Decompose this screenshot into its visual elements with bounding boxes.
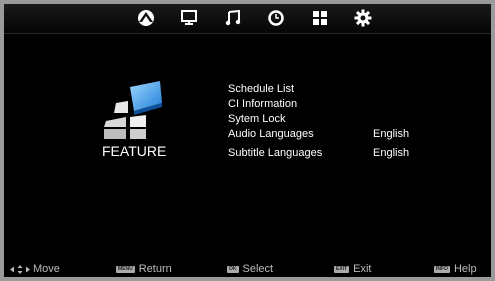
picture-icon[interactable] [135,8,157,28]
menu-category-bar [4,4,491,34]
hint-move-label: Move [33,263,60,275]
hint-return-label: Return [138,263,172,275]
menu-item-label: CI Information [228,98,298,110]
feature-illustration-icon [104,81,164,141]
menu-item-ci-information[interactable]: CI Information [228,97,458,112]
move-arrows-icon [10,265,30,274]
hint-select-label: Select [242,263,274,275]
ok-key-icon: OK [227,266,239,273]
menu-item-audio-languages[interactable]: Audio Languages English [228,127,458,142]
hint-select: OK Select [227,262,273,277]
menu-item-system-lock[interactable]: Sytem Lock [228,112,458,127]
info-key-icon: INFO [434,266,450,273]
sound-icon[interactable] [222,8,244,28]
menu-item-schedule-list[interactable]: Schedule List [228,82,458,97]
hint-help: INFO Help [434,262,477,277]
audio-language-value: English [373,128,410,140]
feature-icon[interactable] [309,8,331,28]
menu-item-label: Schedule List [228,83,295,95]
menu-key-icon: MENU [116,266,135,273]
exit-key-icon: EXIT [334,266,350,273]
menu-item-label: Sytem Lock [228,113,286,125]
help-bar: Move MENU Return OK Select EXIT Exit INF… [4,262,491,277]
feature-menu-list: Schedule List CI Information Sytem Lock … [228,82,458,161]
hint-help-label: Help [453,263,477,275]
menu-item-label: Audio Languages [228,128,314,140]
hint-exit: EXIT Exit [334,262,371,277]
hint-exit-label: Exit [353,263,372,275]
section-title: FEATURE [102,143,167,159]
channel-icon[interactable] [178,8,200,28]
menu-item-label: Subtitle Languages [228,147,323,159]
setup-icon[interactable] [352,8,374,28]
hint-move: Move [10,262,60,277]
menu-item-subtitle-languages[interactable]: Subtitle Languages English [228,146,458,161]
tv-menu-screen: FEATURE Schedule List CI Information Syt… [4,4,491,277]
subtitle-language-value: English [373,147,410,159]
time-icon[interactable] [265,8,287,28]
hint-return: MENU Return [116,262,172,277]
